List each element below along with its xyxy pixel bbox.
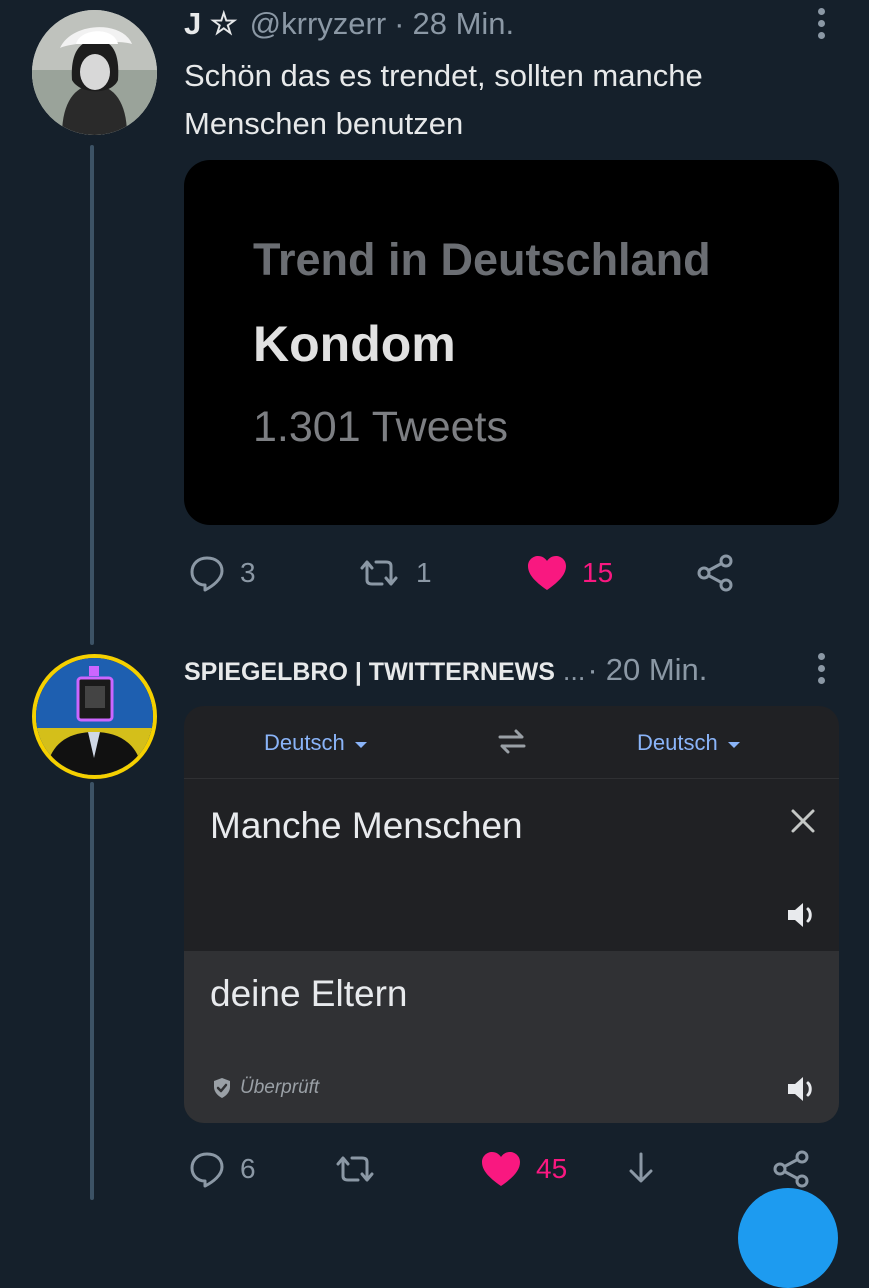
like-button[interactable]: 45 xyxy=(480,1150,567,1188)
trend-label: Trend in Deutschland xyxy=(253,234,711,285)
tweet-text: Schön das es trendet, sollten manche Men… xyxy=(184,58,703,141)
trend-count: 1.301 Tweets xyxy=(253,403,508,451)
thread-line-2 xyxy=(90,782,94,1200)
share-icon xyxy=(773,1150,809,1188)
speaker-icon[interactable] xyxy=(784,1073,820,1105)
share-button[interactable] xyxy=(696,554,736,592)
reply-icon xyxy=(190,556,224,592)
heart-icon xyxy=(528,556,566,590)
source-text-area[interactable]: Manche Menschen xyxy=(184,779,839,951)
retweet-button[interactable] xyxy=(332,1150,378,1188)
handle[interactable]: @krryzerr xyxy=(250,6,387,42)
share-button[interactable] xyxy=(772,1150,812,1188)
speaker-icon[interactable] xyxy=(784,899,820,931)
share-icon xyxy=(697,554,733,592)
shield-check-icon xyxy=(214,1078,230,1098)
separator-dot: · xyxy=(394,6,405,41)
like-button[interactable]: 15 xyxy=(526,554,613,592)
separator-dot: · xyxy=(587,652,598,687)
avatar[interactable] xyxy=(32,10,157,135)
target-language-label: Deutsch xyxy=(637,730,718,755)
tweet-header: SPIEGELBRO | TWITTERNEWS ... · 20 Min. xyxy=(184,652,707,688)
translated-text: deine Eltern xyxy=(210,973,408,1014)
reply-count: 3 xyxy=(240,557,256,588)
like-count: 15 xyxy=(582,557,614,588)
heart-icon xyxy=(482,1152,520,1186)
language-bar: Deutsch Deutsch xyxy=(184,706,839,779)
translate-screenshot[interactable]: Deutsch Deutsch Manche Menschen deine El… xyxy=(184,706,839,1123)
source-language[interactable]: Deutsch xyxy=(264,730,367,756)
retweet-count: 1 xyxy=(416,557,432,588)
bookmark-icon xyxy=(629,1152,653,1183)
timestamp[interactable]: 28 Min. xyxy=(413,6,515,42)
retweet-button[interactable]: 1 xyxy=(356,554,432,592)
verified-label: Überprüft xyxy=(240,1077,320,1098)
target-language[interactable]: Deutsch xyxy=(637,730,740,756)
more-icon[interactable] xyxy=(816,8,826,39)
chevron-down-icon xyxy=(727,742,740,748)
chevron-down-icon xyxy=(354,742,367,748)
close-icon[interactable] xyxy=(789,807,817,835)
verified-badge: Überprüft xyxy=(212,1077,319,1099)
source-text: Manche Menschen xyxy=(210,805,523,846)
avatar[interactable] xyxy=(32,654,157,779)
bookmark-button[interactable] xyxy=(626,1150,656,1188)
tweet-actions: 3 1 15 xyxy=(184,554,824,594)
reply-button[interactable]: 3 xyxy=(188,554,256,592)
compose-button[interactable] xyxy=(738,1188,838,1288)
retweet-icon xyxy=(336,1156,374,1182)
source-language-label: Deutsch xyxy=(264,730,345,755)
more-icon[interactable] xyxy=(816,653,826,684)
reply-count: 6 xyxy=(240,1153,256,1184)
display-name[interactable]: SPIEGELBRO | TWITTERNEWS xyxy=(184,658,555,687)
reply-icon xyxy=(190,1152,224,1188)
name-ellipsis: ... xyxy=(562,656,586,686)
display-name[interactable]: J ☆ xyxy=(184,6,238,42)
tweet-header: J ☆ @krryzerr · 28 Min. xyxy=(184,6,514,42)
trend-screenshot[interactable]: Trend in Deutschland Kondom 1.301 Tweets xyxy=(184,160,839,525)
swap-icon[interactable] xyxy=(494,726,530,756)
translation-area: deine Eltern Überprüft xyxy=(184,951,839,1123)
reply-button[interactable]: 6 xyxy=(188,1150,256,1188)
trend-topic: Kondom xyxy=(253,316,456,372)
like-count: 45 xyxy=(536,1153,568,1184)
retweet-icon xyxy=(360,560,398,586)
tweet-actions: 6 45 xyxy=(184,1150,824,1190)
thread-line-1 xyxy=(90,145,94,645)
timestamp[interactable]: 20 Min. xyxy=(606,652,708,688)
